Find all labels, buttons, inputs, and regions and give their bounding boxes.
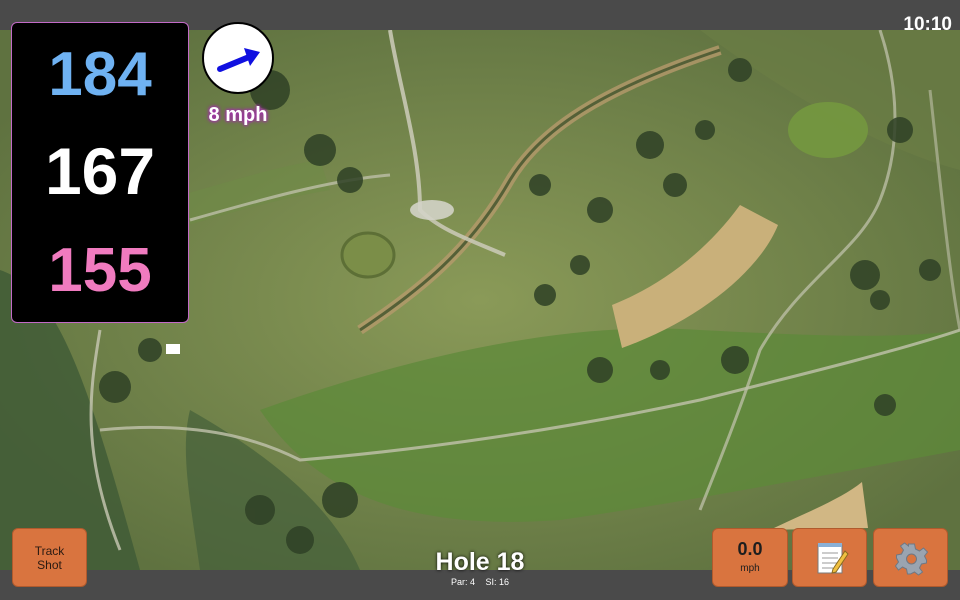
track-shot-label-line2: Shot bbox=[37, 557, 62, 572]
gear-icon bbox=[894, 542, 929, 576]
speed-button[interactable]: 0.0 mph bbox=[712, 528, 788, 587]
middle-yardage: 167 bbox=[44, 134, 156, 208]
yardage-panel[interactable]: 184 167 155 bbox=[11, 22, 189, 323]
wind-speed-label: 8 mph bbox=[208, 104, 268, 126]
back-yardage: 184 bbox=[48, 40, 152, 109]
speed-value: 0.0 bbox=[737, 539, 763, 559]
notepad-icon bbox=[817, 543, 849, 574]
hole-par: Par: 4 bbox=[450, 577, 475, 587]
arrow-icon bbox=[217, 48, 260, 72]
track-shot-button[interactable]: Track Shot bbox=[12, 528, 87, 587]
track-shot-label-line1: Track bbox=[34, 543, 65, 558]
notes-button[interactable] bbox=[792, 528, 867, 587]
hole-title: Hole 18 bbox=[435, 548, 525, 576]
wind-indicator bbox=[202, 22, 274, 94]
hole-info: Par: 4 SI: 16 bbox=[380, 577, 580, 587]
speed-unit: mph bbox=[740, 563, 760, 574]
settings-button[interactable] bbox=[873, 528, 948, 587]
hole-stroke-index: SI: 16 bbox=[485, 577, 510, 587]
front-yardage: 155 bbox=[48, 236, 152, 305]
